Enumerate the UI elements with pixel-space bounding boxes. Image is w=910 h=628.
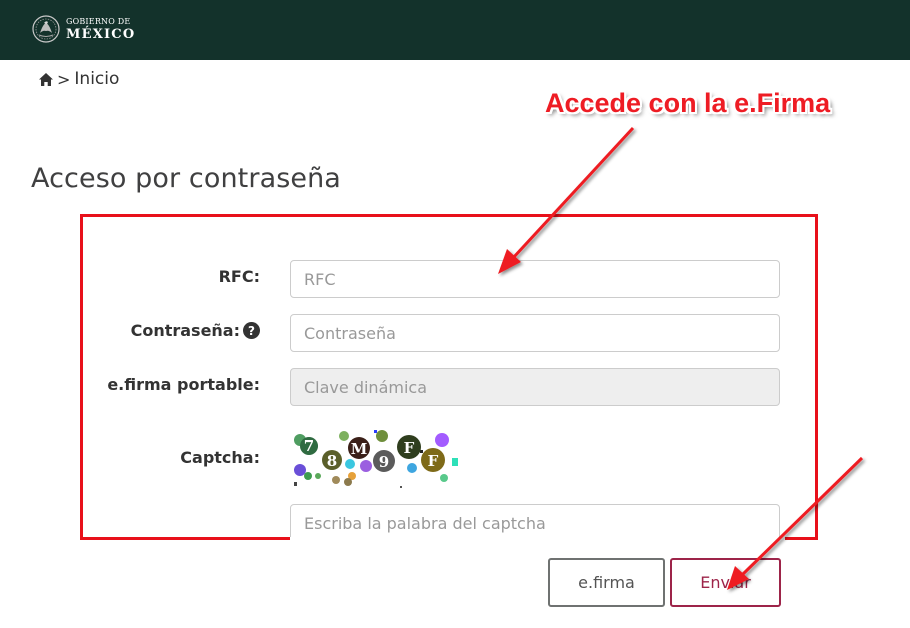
breadcrumb: > Inicio — [38, 68, 119, 90]
home-icon[interactable] — [38, 72, 54, 87]
breadcrumb-current[interactable]: Inicio — [74, 69, 119, 89]
gov-logo[interactable]: GOBIERNO DE MÉXICO — [31, 14, 135, 44]
gov-logo-line1: GOBIERNO DE — [66, 16, 131, 26]
breadcrumb-separator: > — [57, 69, 71, 89]
efirma-button[interactable]: e.firma — [548, 558, 665, 607]
gov-logo-line2: MÉXICO — [66, 26, 136, 42]
enviar-button[interactable]: Enviar — [670, 558, 781, 607]
annotation-text: Accede con la e.Firma — [545, 88, 831, 118]
highlight-box — [80, 214, 818, 540]
mexico-eagle-emblem-icon — [32, 15, 60, 43]
page-title: Acceso por contraseña — [31, 163, 341, 194]
gov-logo-text: GOBIERNO DE MÉXICO — [66, 16, 136, 42]
highlight-box-mask — [290, 537, 785, 557]
gov-header: GOBIERNO DE MÉXICO — [0, 0, 910, 60]
